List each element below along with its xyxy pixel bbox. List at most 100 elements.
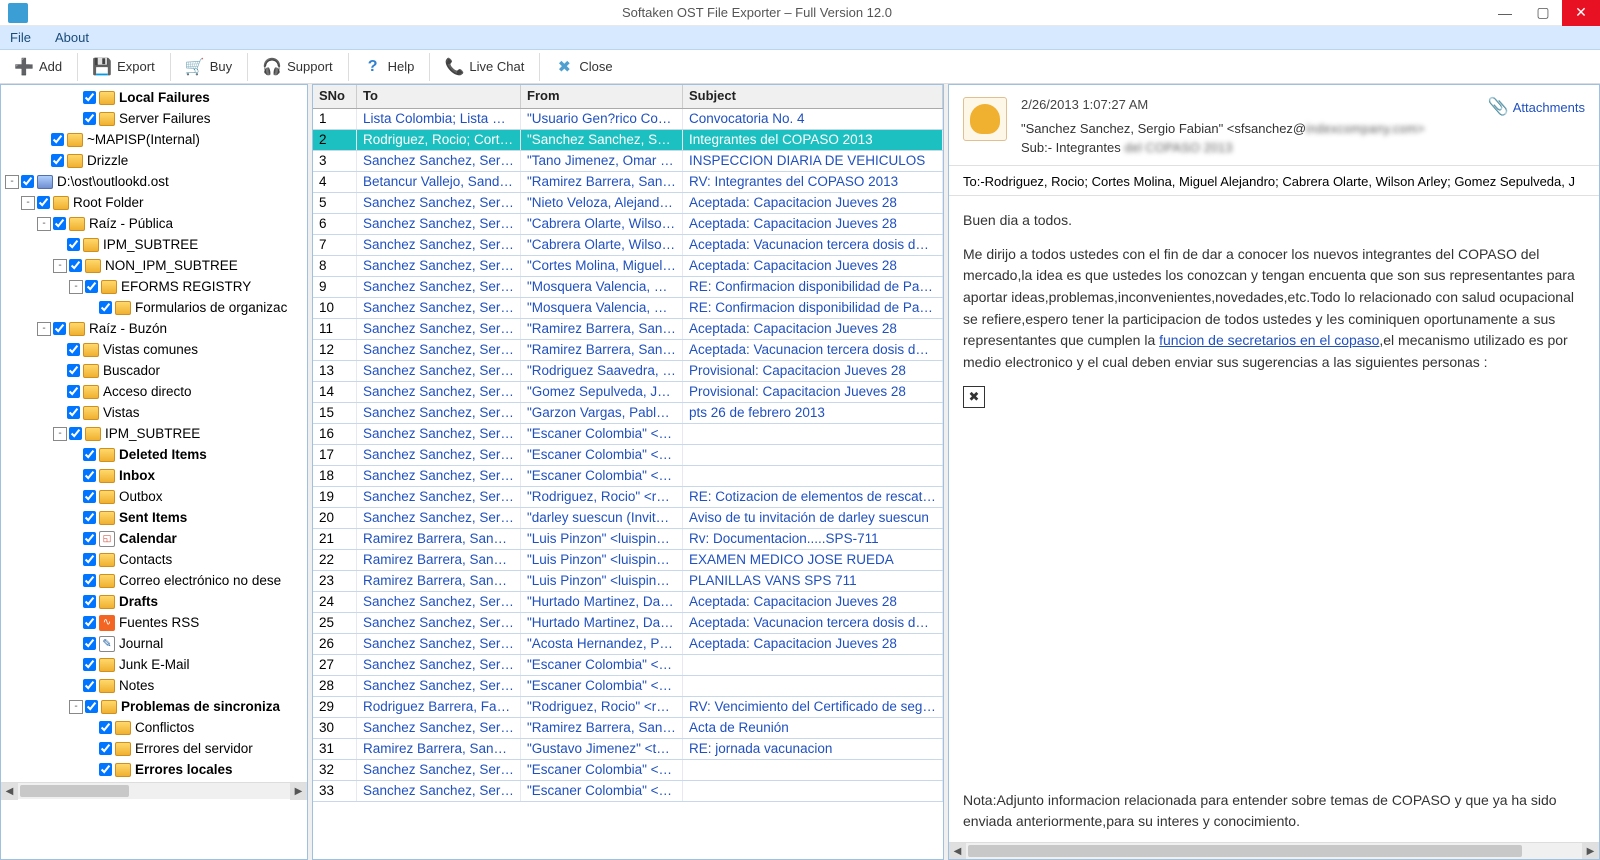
grid-row[interactable]: 7Sanchez Sanchez, Sergio F..."Cabrera Ol… bbox=[313, 235, 943, 256]
tree-node[interactable]: Local Failures bbox=[1, 87, 307, 108]
body-link[interactable]: funcion de secretarios en el copaso bbox=[1159, 332, 1379, 348]
grid-row[interactable]: 28Sanchez Sanchez, Sergio F..."Escaner C… bbox=[313, 676, 943, 697]
tree-node[interactable]: ✎Journal bbox=[1, 633, 307, 654]
tree-node[interactable]: -EFORMS REGISTRY bbox=[1, 276, 307, 297]
grid-row[interactable]: 4Betancur Vallejo, Sandra ..."Ramirez Ba… bbox=[313, 172, 943, 193]
tree-node[interactable]: Errores locales bbox=[1, 759, 307, 780]
grid-row[interactable]: 17Sanchez Sanchez, Sergio F..."Escaner C… bbox=[313, 445, 943, 466]
close-button[interactable]: ✖Close bbox=[544, 53, 623, 81]
tree-node[interactable]: Buscador bbox=[1, 360, 307, 381]
col-to[interactable]: To bbox=[357, 85, 521, 108]
grid-row[interactable]: 26Sanchez Sanchez, Sergio F..."Acosta He… bbox=[313, 634, 943, 655]
tree-toggle-icon[interactable]: - bbox=[37, 322, 51, 336]
grid-row[interactable]: 18Sanchez Sanchez, Sergio F..."Escaner C… bbox=[313, 466, 943, 487]
tree-checkbox[interactable] bbox=[37, 196, 50, 209]
tree-node[interactable]: Conflictos bbox=[1, 717, 307, 738]
tree-checkbox[interactable] bbox=[53, 217, 66, 230]
tree-node[interactable]: -Problemas de sincroniza bbox=[1, 696, 307, 717]
tree-checkbox[interactable] bbox=[83, 616, 96, 629]
tree-checkbox[interactable] bbox=[83, 91, 96, 104]
grid-row[interactable]: 20Sanchez Sanchez, Sergio F..."darley su… bbox=[313, 508, 943, 529]
tree-toggle-icon[interactable]: - bbox=[53, 427, 67, 441]
tree-checkbox[interactable] bbox=[83, 574, 96, 587]
grid-row[interactable]: 19Sanchez Sanchez, Sergio F..."Rodriguez… bbox=[313, 487, 943, 508]
tree-checkbox[interactable] bbox=[99, 721, 112, 734]
tree-node[interactable]: Drafts bbox=[1, 591, 307, 612]
tree-node[interactable]: Junk E-Mail bbox=[1, 654, 307, 675]
tree-node[interactable]: Vistas bbox=[1, 402, 307, 423]
grid-row[interactable]: 27Sanchez Sanchez, Sergio F..."Escaner C… bbox=[313, 655, 943, 676]
grid-row[interactable]: 33Sanchez Sanchez, Sergio F..."Escaner C… bbox=[313, 781, 943, 802]
grid-row[interactable]: 16Sanchez Sanchez, Sergio F..."Escaner C… bbox=[313, 424, 943, 445]
tree-checkbox[interactable] bbox=[51, 133, 64, 146]
tree-checkbox[interactable] bbox=[99, 763, 112, 776]
grid-row[interactable]: 25Sanchez Sanchez, Sergio F..."Hurtado M… bbox=[313, 613, 943, 634]
grid-row[interactable]: 2Rodriguez, Rocio; Cortes ..."Sanchez Sa… bbox=[313, 130, 943, 151]
tree-hscroll[interactable]: ◀ ▶ bbox=[1, 782, 307, 799]
scroll-left-icon[interactable]: ◀ bbox=[949, 843, 966, 860]
tree-node[interactable]: -Raíz - Pública bbox=[1, 213, 307, 234]
tree-node[interactable]: -D:\ost\outlookd.ost bbox=[1, 171, 307, 192]
tree-checkbox[interactable] bbox=[83, 112, 96, 125]
grid-row[interactable]: 29Rodriguez Barrera, Fabio"Rodriguez, Ro… bbox=[313, 697, 943, 718]
tree-node[interactable]: Notes bbox=[1, 675, 307, 696]
attachments-link[interactable]: 📎Attachments bbox=[1488, 97, 1585, 117]
tree-checkbox[interactable] bbox=[83, 490, 96, 503]
tree-checkbox[interactable] bbox=[99, 742, 112, 755]
tree-toggle-icon[interactable]: - bbox=[5, 175, 19, 189]
grid-row[interactable]: 13Sanchez Sanchez, Sergio F..."Rodriguez… bbox=[313, 361, 943, 382]
tree-checkbox[interactable] bbox=[83, 532, 96, 545]
grid-row[interactable]: 14Sanchez Sanchez, Sergio F..."Gomez Sep… bbox=[313, 382, 943, 403]
grid-row[interactable]: 24Sanchez Sanchez, Sergio F..."Hurtado M… bbox=[313, 592, 943, 613]
close-window-button[interactable]: ✕ bbox=[1562, 0, 1600, 26]
tree-checkbox[interactable] bbox=[69, 427, 82, 440]
tree-node[interactable]: Errores del servidor bbox=[1, 738, 307, 759]
tree-node[interactable]: ∿Fuentes RSS bbox=[1, 612, 307, 633]
grid-row[interactable]: 15Sanchez Sanchez, Sergio F..."Garzon Va… bbox=[313, 403, 943, 424]
tree-checkbox[interactable] bbox=[67, 385, 80, 398]
tree-toggle-icon[interactable]: - bbox=[37, 217, 51, 231]
menu-about[interactable]: About bbox=[55, 30, 89, 45]
tree-node[interactable]: Vistas comunes bbox=[1, 339, 307, 360]
tree-checkbox[interactable] bbox=[99, 301, 112, 314]
col-subject[interactable]: Subject bbox=[683, 85, 943, 108]
tree-node[interactable]: ◱Calendar bbox=[1, 528, 307, 549]
scroll-right-icon[interactable]: ▶ bbox=[290, 783, 307, 800]
tree-node[interactable]: Inbox bbox=[1, 465, 307, 486]
tree-checkbox[interactable] bbox=[83, 658, 96, 671]
tree-node[interactable]: -Raíz - Buzón bbox=[1, 318, 307, 339]
grid-row[interactable]: 12Sanchez Sanchez, Sergio F..."Ramirez B… bbox=[313, 340, 943, 361]
tree-node[interactable]: Server Failures bbox=[1, 108, 307, 129]
support-button[interactable]: 🎧Support bbox=[252, 53, 344, 81]
tree-node[interactable]: IPM_SUBTREE bbox=[1, 234, 307, 255]
tree-checkbox[interactable] bbox=[83, 469, 96, 482]
grid-row[interactable]: 8Sanchez Sanchez, Sergio F..."Cortes Mol… bbox=[313, 256, 943, 277]
grid-row[interactable]: 30Sanchez Sanchez, Sergio F..."Ramirez B… bbox=[313, 718, 943, 739]
tree-node[interactable]: -NON_IPM_SUBTREE bbox=[1, 255, 307, 276]
tree-checkbox[interactable] bbox=[69, 259, 82, 272]
tree-node[interactable]: Formularios de organizac bbox=[1, 297, 307, 318]
tree-toggle-icon[interactable]: - bbox=[53, 259, 67, 273]
tree-checkbox[interactable] bbox=[83, 553, 96, 566]
tree-checkbox[interactable] bbox=[85, 700, 98, 713]
tree-checkbox[interactable] bbox=[85, 280, 98, 293]
tree-checkbox[interactable] bbox=[67, 406, 80, 419]
grid-row[interactable]: 11Sanchez Sanchez, Sergio F..."Ramirez B… bbox=[313, 319, 943, 340]
col-sno[interactable]: SNo bbox=[313, 85, 357, 108]
grid-row[interactable]: 10Sanchez Sanchez, Sergio F..."Mosquera … bbox=[313, 298, 943, 319]
tree-checkbox[interactable] bbox=[83, 679, 96, 692]
grid-row[interactable]: 32Sanchez Sanchez, Sergio F..."Escaner C… bbox=[313, 760, 943, 781]
col-from[interactable]: From bbox=[521, 85, 683, 108]
add-button[interactable]: ➕Add bbox=[4, 53, 73, 81]
grid-row[interactable]: 3Sanchez Sanchez, Sergio F..."Tano Jimen… bbox=[313, 151, 943, 172]
tree-checkbox[interactable] bbox=[83, 448, 96, 461]
grid-row[interactable]: 6Sanchez Sanchez, Sergio F..."Cabrera Ol… bbox=[313, 214, 943, 235]
grid-row[interactable]: 22Ramirez Barrera, Sandra ..."Luis Pinzo… bbox=[313, 550, 943, 571]
grid-row[interactable]: 1Lista Colombia; Lista Colo..."Usuario G… bbox=[313, 109, 943, 130]
tree-node[interactable]: Deleted Items bbox=[1, 444, 307, 465]
grid-row[interactable]: 5Sanchez Sanchez, Sergio F..."Nieto Velo… bbox=[313, 193, 943, 214]
tree-checkbox[interactable] bbox=[83, 511, 96, 524]
tree-node[interactable]: Drizzle bbox=[1, 150, 307, 171]
tree-checkbox[interactable] bbox=[53, 322, 66, 335]
grid-row[interactable]: 23Ramirez Barrera, Sandra ..."Luis Pinzo… bbox=[313, 571, 943, 592]
